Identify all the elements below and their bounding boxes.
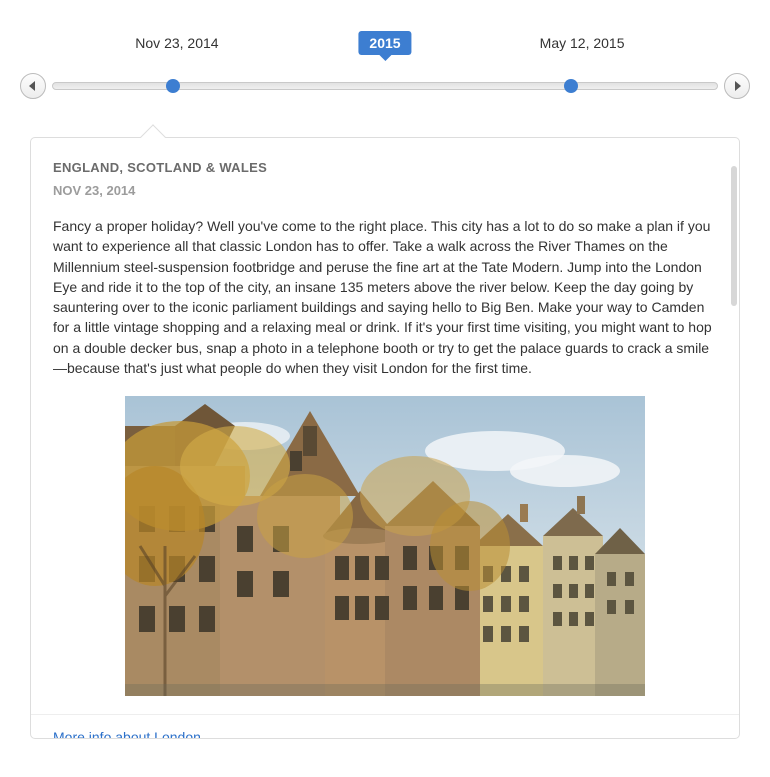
timeline-date-label-1: May 12, 2015 [540, 35, 625, 51]
timeline-point-0[interactable] [166, 79, 180, 93]
timeline-track[interactable] [52, 82, 718, 90]
timeline-date-label-0: Nov 23, 2014 [135, 35, 218, 51]
timeline-labels: Nov 23, 2014 2015 May 12, 2015 [20, 35, 750, 65]
card-scroll[interactable]: ENGLAND, SCOTLAND & WALES NOV 23, 2014 F… [31, 138, 739, 738]
card-body-text: Fancy a proper holiday? Well you've come… [53, 216, 717, 378]
card-title: ENGLAND, SCOTLAND & WALES [53, 160, 717, 175]
more-info-link[interactable]: More info about London [53, 729, 201, 738]
timeline: Nov 23, 2014 2015 May 12, 2015 [20, 35, 750, 125]
content-card: ENGLAND, SCOTLAND & WALES NOV 23, 2014 F… [30, 137, 740, 739]
timeline-next-button[interactable] [724, 73, 750, 99]
timeline-track-row [20, 73, 750, 99]
chevron-left-icon [29, 81, 37, 91]
card-image [125, 396, 645, 696]
chevron-right-icon [733, 81, 741, 91]
timeline-year-badge: 2015 [358, 31, 411, 55]
card-date: NOV 23, 2014 [53, 183, 717, 198]
card-footer: More info about London [31, 714, 739, 738]
timeline-point-1[interactable] [564, 79, 578, 93]
timeline-prev-button[interactable] [20, 73, 46, 99]
